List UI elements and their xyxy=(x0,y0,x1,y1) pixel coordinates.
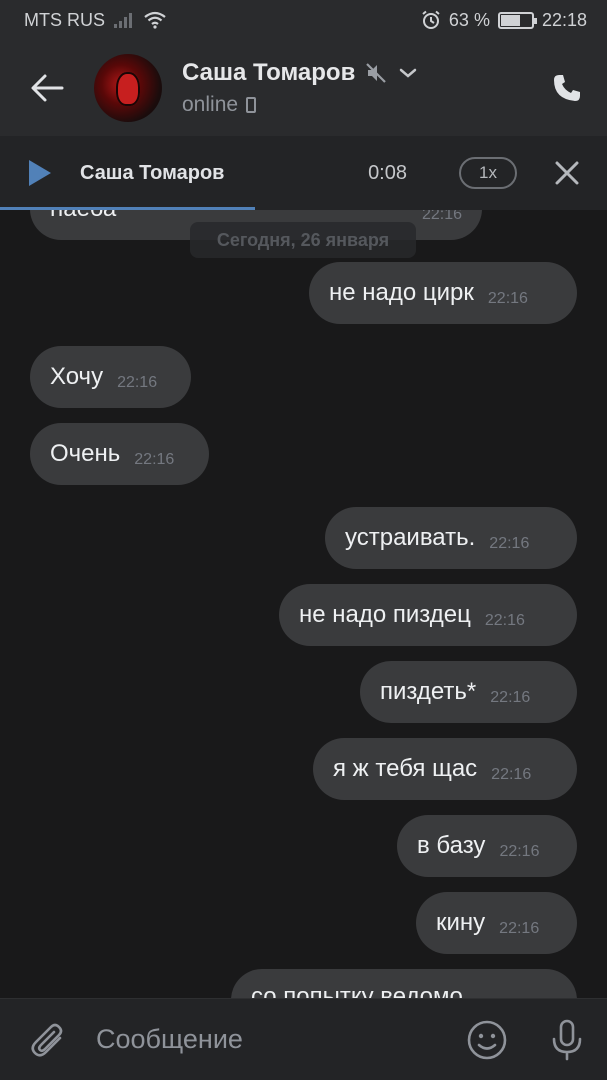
play-button[interactable] xyxy=(0,159,80,187)
microphone-icon xyxy=(552,1019,582,1060)
message-text: я ж тебя щас xyxy=(333,755,478,782)
player-title: Саша Томаров xyxy=(80,161,225,184)
message-text: пиздеть* xyxy=(380,678,477,705)
message-bubble[interactable]: со попытку ведомо xyxy=(231,969,577,998)
message-input[interactable]: Сообщение xyxy=(96,1024,447,1055)
composer: Сообщение xyxy=(0,998,607,1080)
close-icon xyxy=(555,161,579,185)
mobile-icon xyxy=(246,97,257,113)
mic-button[interactable] xyxy=(527,999,607,1080)
muted-icon xyxy=(366,63,387,83)
message-bubble[interactable]: кину 22:16 xyxy=(416,892,577,954)
message-bubble[interactable]: Очень 22:16 xyxy=(30,423,209,485)
message-time: 22:16 xyxy=(490,689,531,706)
message-time: 22:16 xyxy=(499,843,540,860)
audio-player: Саша Томаров 0:08 1x xyxy=(0,136,607,210)
play-icon xyxy=(29,160,51,186)
player-time: 0:08 xyxy=(368,161,407,184)
carrier-label: MTS RUS xyxy=(24,9,105,30)
message-text: со попытку ведомо xyxy=(251,983,463,998)
peer-name: Саша Томаров xyxy=(182,59,356,86)
attach-button[interactable] xyxy=(0,1021,96,1059)
peer-info[interactable]: Саша Томаров online xyxy=(182,59,527,117)
message-text: Очень xyxy=(50,440,121,467)
signal-icon xyxy=(114,13,132,28)
smile-icon xyxy=(467,1020,507,1059)
arrow-left-icon xyxy=(31,74,64,102)
message-bubble[interactable]: устраивать. 22:16 xyxy=(325,507,577,569)
message-time: 22:16 xyxy=(487,290,528,307)
message-time: 22:16 xyxy=(484,612,525,629)
paperclip-icon xyxy=(31,1023,63,1057)
message-time: 22:16 xyxy=(134,451,175,468)
emoji-button[interactable] xyxy=(447,999,527,1080)
phone-icon xyxy=(554,75,580,101)
message-bubble[interactable]: не надо пиздец 22:16 xyxy=(279,584,577,646)
message-text: в базу xyxy=(417,832,486,859)
message-time: 22:16 xyxy=(117,374,158,391)
message-text: кину xyxy=(436,909,486,936)
back-button[interactable] xyxy=(0,40,94,136)
close-player-button[interactable] xyxy=(545,151,589,195)
message-bubble[interactable]: пиздеть* 22:16 xyxy=(360,661,577,723)
message-text: наеба xyxy=(50,210,116,223)
message-text: не надо пиздец xyxy=(299,601,471,628)
message-bubble[interactable]: не надо цирк 22:16 xyxy=(309,262,577,324)
speed-button[interactable]: 1x xyxy=(459,157,517,189)
message-text: не надо цирк xyxy=(329,279,474,306)
peer-status: online xyxy=(182,93,239,116)
message-bubble[interactable]: я ж тебя щас 22:16 xyxy=(313,738,577,800)
call-button[interactable] xyxy=(527,40,607,136)
message-text: устраивать. xyxy=(345,524,476,551)
battery-percent: 63 % xyxy=(448,9,490,30)
status-bar: MTS RUS 63 % 22:18 xyxy=(0,0,607,40)
message-bubble[interactable]: в базу 22:16 xyxy=(397,815,577,877)
message-time: 22:16 xyxy=(491,766,532,783)
chat-header: Саша Томаров online xyxy=(0,40,607,136)
avatar[interactable] xyxy=(94,54,162,122)
message-bubble[interactable]: Хочу 22:16 xyxy=(30,346,191,408)
message-time: 22:16 xyxy=(489,535,530,552)
message-list[interactable]: наеба 22:16 Сегодня, 26 января не надо ц… xyxy=(0,210,607,998)
chevron-down-icon[interactable] xyxy=(399,67,417,79)
message-time: 22:16 xyxy=(499,920,540,937)
battery-icon xyxy=(497,11,537,29)
wifi-icon xyxy=(144,11,166,29)
clock: 22:18 xyxy=(541,9,587,30)
date-separator: Сегодня, 26 января xyxy=(190,222,416,258)
message-time: 22:16 xyxy=(421,210,462,223)
alarm-icon xyxy=(422,10,440,29)
message-text: Хочу xyxy=(50,363,104,390)
